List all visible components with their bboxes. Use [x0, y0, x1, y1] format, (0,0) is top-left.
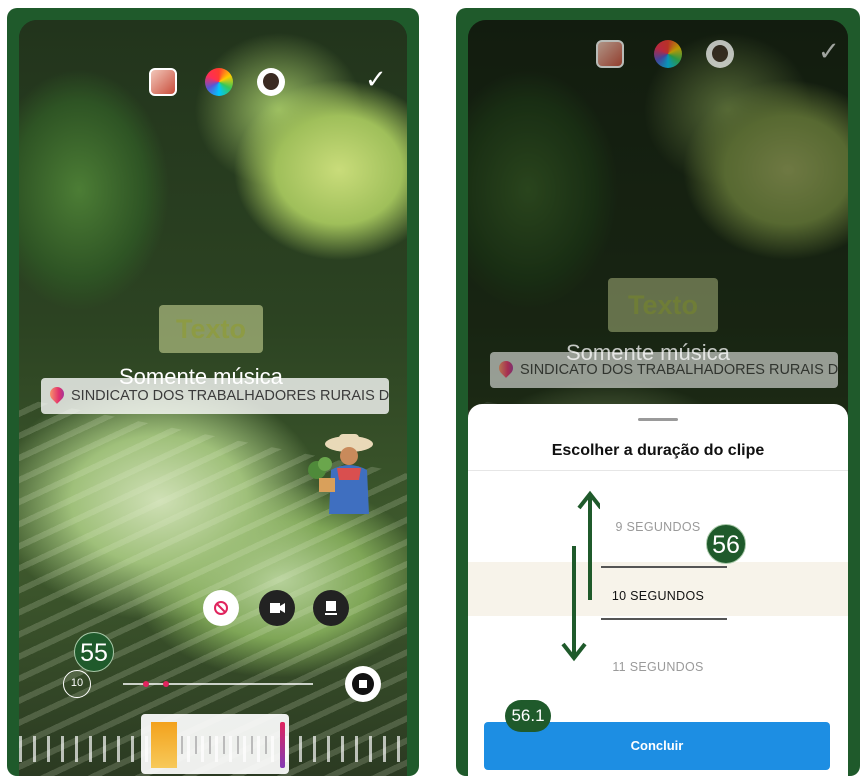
- no-music-icon: [214, 601, 228, 615]
- location-pin-icon: [496, 358, 516, 378]
- progress-dot: [163, 681, 169, 687]
- step-marker: 56: [706, 524, 746, 564]
- sticker-icon[interactable]: [149, 68, 177, 96]
- stop-button[interactable]: [345, 666, 381, 702]
- duration-option[interactable]: 11 SEGUNDOS: [468, 660, 848, 674]
- clip-selector-end-handle[interactable]: [280, 722, 285, 768]
- stop-icon: [352, 673, 374, 695]
- clip-selector-ticks: [181, 736, 275, 754]
- timer-button[interactable]: 10: [63, 670, 91, 698]
- sticker-icon: [596, 40, 624, 68]
- location-sticker[interactable]: SINDICATO DOS TRABALHADORES RURAIS DE...: [41, 378, 389, 414]
- duration-option[interactable]: 9 SEGUNDOS: [468, 520, 848, 534]
- checkmark-icon: ✓: [818, 36, 840, 66]
- photo-button[interactable]: [313, 590, 349, 626]
- progress-dot: [143, 681, 149, 687]
- farmer-sticker[interactable]: [303, 430, 381, 520]
- clip-selector-fill: [151, 722, 177, 768]
- no-music-button[interactable]: [203, 590, 239, 626]
- sheet-drag-handle[interactable]: [638, 418, 678, 421]
- text-sticker: Texto: [608, 278, 718, 332]
- location-sticker-label: SINDICATO DOS TRABALHADORES RURAIS DE...: [520, 362, 838, 378]
- story-editor-screen: ✓ Texto Somente música SINDICATO DOS TRA…: [468, 20, 848, 776]
- right-phone-frame: ✓ Texto Somente música SINDICATO DOS TRA…: [456, 8, 860, 776]
- duration-option-selected[interactable]: 10 SEGUNDOS: [468, 589, 848, 603]
- color-wheel-icon[interactable]: [205, 68, 233, 96]
- timer-label: 10: [70, 677, 84, 689]
- location-pin-icon: [47, 384, 67, 404]
- picker-top-line: [601, 566, 727, 568]
- step-marker: 56.1: [505, 700, 551, 732]
- location-sticker: SINDICATO DOS TRABALHADORES RURAIS DE...: [490, 352, 838, 388]
- text-sticker[interactable]: Texto: [159, 305, 263, 353]
- sheet-title: Escolher a duração do clipe: [551, 442, 765, 459]
- color-wheel-icon: [654, 40, 682, 68]
- video-icon: [270, 603, 285, 613]
- avatar-effect-icon[interactable]: [257, 68, 285, 96]
- avatar-effect-icon: [706, 40, 734, 68]
- clip-selector[interactable]: [141, 714, 289, 774]
- picker-bottom-line: [601, 618, 727, 620]
- music-progress-track[interactable]: [123, 681, 313, 687]
- step-marker: 55: [74, 632, 114, 672]
- location-sticker-label: SINDICATO DOS TRABALHADORES RURAIS DE...: [71, 388, 389, 404]
- left-phone-frame: ✓ Texto Somente música SINDICATO DOS TRA…: [7, 8, 419, 776]
- scroll-arrows-icon: [561, 490, 600, 662]
- checkmark-icon[interactable]: ✓: [365, 64, 387, 95]
- photo-icon: [325, 601, 337, 615]
- video-button[interactable]: [259, 590, 295, 626]
- divider: [468, 470, 848, 471]
